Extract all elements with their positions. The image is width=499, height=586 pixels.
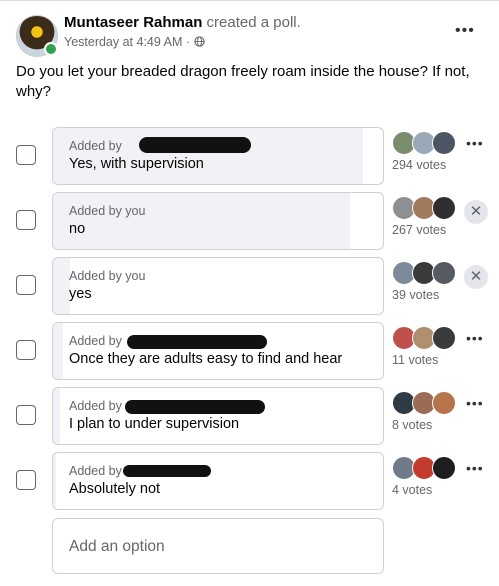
added-by-text: Added by [69,334,122,348]
post-more-options-icon[interactable]: ••• [455,22,475,40]
poll-option-row: Added by Yes, with supervision 294 votes… [0,127,499,185]
remove-option-icon[interactable]: ✕ [464,265,488,289]
poll-option-checkbox[interactable] [16,405,36,425]
post-meta: Yesterday at 4:49 AM · [64,35,205,49]
poll-option[interactable]: Added by I plan to under supervision [52,387,384,445]
voter-avatars[interactable] [392,326,458,350]
poll-option-row: Added by Absolutely not 4 votes ••• [0,452,499,510]
redacted-name [123,465,211,477]
voter-avatars[interactable] [392,391,458,415]
online-status-icon [44,42,58,56]
vote-share-bar [53,388,60,444]
poll-option-label: no [69,221,86,237]
poll-option-row: Added by you yes 39 votes ✕ [0,257,499,315]
voter-avatar [432,196,456,220]
redacted-name [139,137,251,153]
poll-option-checkbox[interactable] [16,145,36,165]
vote-count[interactable]: 267 votes [392,223,446,237]
add-option-placeholder: Add an option [69,538,165,555]
poll-option-label: Absolutely not [69,481,161,497]
voter-avatar [432,456,456,480]
voter-avatars[interactable] [392,261,458,285]
vote-share-bar [53,258,70,314]
poll-option-row: Added by I plan to under supervision 8 v… [0,387,499,445]
poll-option-checkbox[interactable] [16,210,36,230]
poll-option-checkbox[interactable] [16,275,36,295]
vote-share-bar [53,453,57,509]
added-by-text: Added by you [69,204,146,218]
voter-avatar [432,261,456,285]
vote-count[interactable]: 294 votes [392,158,446,172]
voter-avatar [432,326,456,350]
option-more-icon[interactable]: ••• [466,395,484,411]
added-by-text: Added by [69,399,122,413]
poll-option[interactable]: Added by you yes [52,257,384,315]
vote-share-bar [53,323,63,379]
poll-option-row: Added by Once they are adults easy to fi… [0,322,499,380]
vote-count[interactable]: 39 votes [392,288,439,302]
author-name[interactable]: Muntaseer Rahman [64,14,202,31]
vote-count[interactable]: 4 votes [392,483,432,497]
option-more-icon[interactable]: ••• [466,135,484,151]
poll-option-label: yes [69,286,92,302]
option-more-icon[interactable]: ••• [466,460,484,476]
vote-share-bar [53,193,350,249]
added-by-text: Added by you [69,269,146,283]
poll-question: Do you let your breaded dragon freely ro… [16,63,470,100]
poll-option-checkbox[interactable] [16,470,36,490]
voter-avatars[interactable] [392,196,458,220]
remove-option-icon[interactable]: ✕ [464,200,488,224]
vote-count[interactable]: 11 votes [392,353,438,367]
add-option-input[interactable]: Add an option [52,518,384,574]
poll-option-label: Yes, with supervision [69,156,204,172]
redacted-name [125,400,265,414]
poll-option-checkbox[interactable] [16,340,36,360]
voter-avatar [432,391,456,415]
added-by-text: Added by [69,139,122,153]
redacted-name [127,335,267,349]
separator-dot: · [185,35,194,49]
poll-option-label: Once they are adults easy to find and he… [69,351,343,367]
voter-avatars[interactable] [392,131,458,155]
poll-option-row: Added by you no 267 votes ✕ [0,192,499,250]
voter-avatar [432,131,456,155]
top-divider [0,0,499,1]
vote-count[interactable]: 8 votes [392,418,432,432]
poll-option[interactable]: Added by you no [52,192,384,250]
globe-icon[interactable] [193,35,205,49]
post-timestamp[interactable]: Yesterday at 4:49 AM [64,35,182,49]
poll-option[interactable]: Added by Absolutely not [52,452,384,510]
post-header: Muntaseer Rahman created a poll. [64,14,301,31]
poll-option[interactable]: Added by Yes, with supervision [52,127,384,185]
poll-option-label: I plan to under supervision [69,416,240,432]
post-action: created a poll. [206,14,301,31]
option-more-icon[interactable]: ••• [466,330,484,346]
poll-option[interactable]: Added by Once they are adults easy to fi… [52,322,384,380]
added-by-text: Added by [69,464,122,478]
voter-avatars[interactable] [392,456,458,480]
